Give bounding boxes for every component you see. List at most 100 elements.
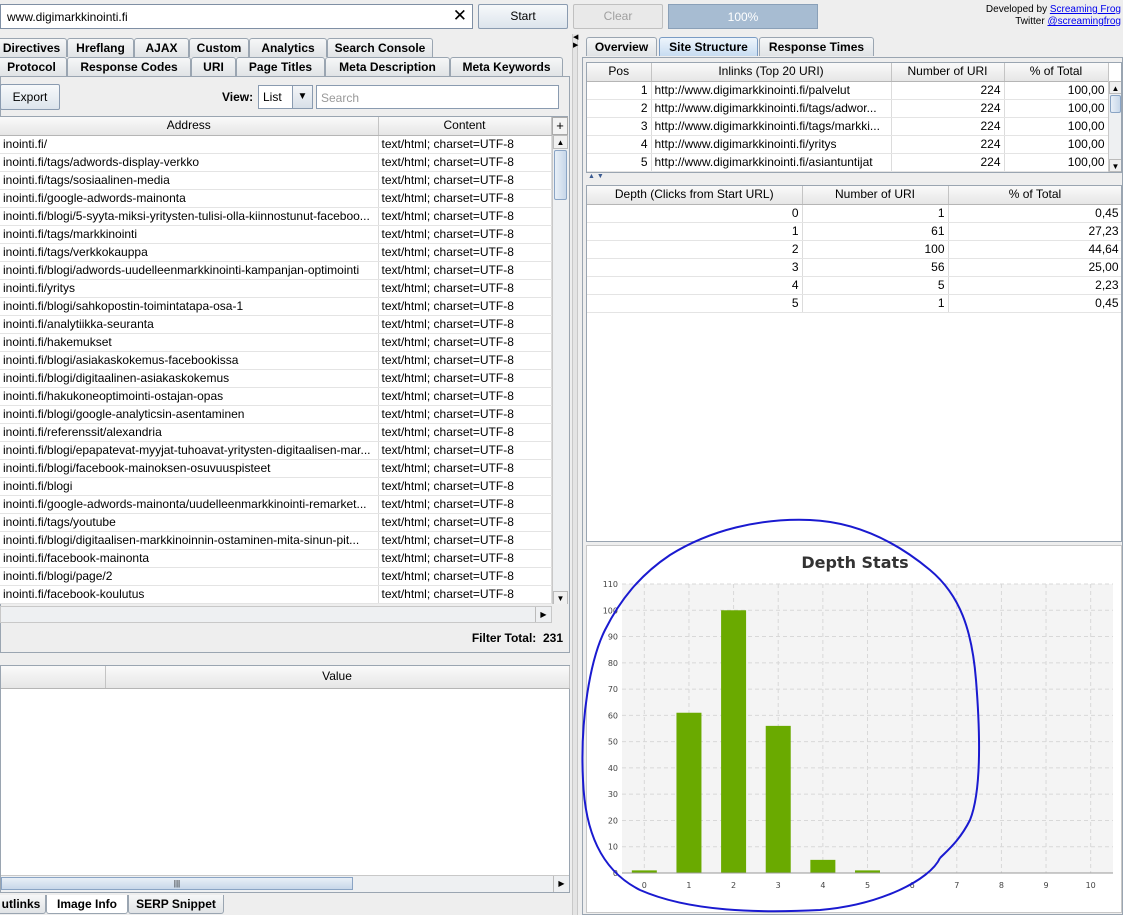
depth-header-of-total[interactable]: % of Total [948, 186, 1121, 205]
address-cell: inointi.fi/blogi/digitaalinen-asiakaskok… [0, 369, 379, 388]
tab-meta-description[interactable]: Meta Description [325, 57, 450, 76]
inlinks-header-pos[interactable]: Pos [587, 63, 652, 82]
developer-link[interactable]: Screaming Frog [1050, 4, 1121, 15]
bar-depth-1[interactable] [676, 712, 702, 873]
table-row[interactable]: inointi.fi/tags/markkinointi text/html; c… [0, 225, 552, 244]
table-row[interactable]: 2 100 44,64 [587, 240, 1121, 259]
scroll-up-icon[interactable]: ▲ [553, 135, 568, 149]
bar-depth-2[interactable] [721, 610, 747, 873]
search-input[interactable]: Search [316, 85, 559, 109]
table-row[interactable]: inointi.fi/blogi/5-syyta-miksi-yritysten… [0, 207, 552, 226]
tab-hreflang[interactable]: Hreflang [67, 38, 134, 57]
details-scroll-thumb[interactable]: ||| [1, 877, 353, 890]
inlinks-vscroll[interactable]: ▲ ▼ [1108, 81, 1121, 172]
scroll-right-icon[interactable]: ▶ [535, 607, 551, 622]
tab-page-titles[interactable]: Page Titles [236, 57, 325, 76]
table-row[interactable]: 1 61 27,23 [587, 222, 1121, 241]
tab-site-structure[interactable]: Site Structure [659, 37, 758, 56]
table-row[interactable]: 2 http://www.digimarkkinointi.fi/tags/adw… [587, 99, 1109, 118]
table-row[interactable]: inointi.fi/blogi/epapatevat-myyjat-tuhoa… [0, 441, 552, 460]
table-row[interactable]: inointi.fi/hakemukset text/html; charset=… [0, 333, 552, 352]
table-row[interactable]: inointi.fi/blogi/digitaalinen-asiakaskok… [0, 369, 552, 388]
main-table-hscroll[interactable]: ▶ [0, 606, 552, 623]
inlinks-header-of-total[interactable]: % of Total [1004, 63, 1109, 82]
tab-response-codes[interactable]: Response Codes [67, 57, 191, 76]
table-row[interactable]: 1 http://www.digimarkkinointi.fi/palvelut… [587, 81, 1109, 100]
clear-url-icon[interactable]: ✕ [453, 6, 467, 26]
table-row[interactable]: 3 56 25,00 [587, 258, 1121, 277]
tab-meta-keywords[interactable]: Meta Keywords [450, 57, 563, 76]
table-row[interactable]: inointi.fi/referenssit/alexandria text/ht… [0, 423, 552, 442]
inlinks-scroll-down-icon[interactable]: ▼ [1109, 159, 1121, 172]
bottom-tab-utlinks[interactable]: utlinks [0, 895, 46, 914]
start-button[interactable]: Start [478, 4, 568, 29]
table-row[interactable]: inointi.fi/blogi text/html; charset=UTF-8 [0, 477, 552, 496]
scroll-down-icon[interactable]: ▼ [553, 591, 568, 604]
table-row[interactable]: inointi.fi/blogi/sahkopostin-toimintatap… [0, 297, 552, 316]
tab-uri[interactable]: URI [191, 57, 236, 76]
scroll-thumb[interactable] [554, 150, 567, 200]
details-header-value[interactable]: Value [105, 666, 570, 689]
table-row[interactable]: inointi.fi/blogi/facebook-mainoksen-osuv… [0, 459, 552, 478]
table-row[interactable]: inointi.fi/hakukoneoptimointi-ostajan-op… [0, 387, 552, 406]
bar-depth-4[interactable] [810, 859, 836, 873]
table-row[interactable]: inointi.fi/tags/youtube text/html; charse… [0, 513, 552, 532]
table-row[interactable]: inointi.fi/tags/verkkokauppa text/html; c… [0, 243, 552, 262]
split-arrows-icon[interactable]: ▲ ▼ [588, 173, 604, 181]
table-row[interactable]: inointi.fi/blogi/adwords-uudelleenmarkki… [0, 261, 552, 280]
bar-depth-3[interactable] [765, 725, 791, 873]
main-table-vscroll[interactable]: ▲ ▼ [552, 135, 568, 604]
bottom-tab-serp-snippet[interactable]: SERP Snippet [128, 895, 224, 914]
inlinks-scroll-up-icon[interactable]: ▲ [1109, 81, 1121, 94]
twitter-link[interactable]: @screamingfrog [1047, 16, 1121, 27]
clear-button[interactable]: Clear [573, 4, 663, 29]
table-row[interactable]: inointi.fi/google-adwords-mainonta/uudel… [0, 495, 552, 514]
main-header-content[interactable]: Content [378, 117, 552, 136]
chevron-down-icon: ▼ [292, 86, 312, 108]
main-header-address[interactable]: Address [0, 117, 379, 136]
table-row[interactable]: 3 http://www.digimarkkinointi.fi/tags/mar… [587, 117, 1109, 136]
details-header-name[interactable] [1, 666, 106, 689]
inlinks-scroll-thumb[interactable] [1110, 95, 1121, 113]
url-input[interactable]: www.digimarkkinointi.fi [7, 10, 128, 24]
tab-search-console[interactable]: Search Console [327, 38, 433, 57]
table-row[interactable]: 4 http://www.digimarkkinointi.fi/yritys 22… [587, 135, 1109, 154]
table-row[interactable]: 5 http://www.digimarkkinointi.fi/asiantun… [587, 153, 1109, 172]
table-row[interactable]: inointi.fi/tags/sosiaalinen-media text/ht… [0, 171, 552, 190]
tab-analytics[interactable]: Analytics [249, 38, 327, 57]
table-row[interactable]: inointi.fi/blogi/asiakaskokemus-facebook… [0, 351, 552, 370]
tab-custom[interactable]: Custom [189, 38, 249, 57]
export-button[interactable]: Export [0, 84, 60, 110]
tab-ajax[interactable]: AJAX [134, 38, 189, 57]
table-row[interactable]: inointi.fi/google-adwords-mainonta text/h… [0, 189, 552, 208]
table-row[interactable]: inointi.fi/yritys text/html; charset=UTF-… [0, 279, 552, 298]
table-row[interactable]: 0 1 0,45 [587, 204, 1121, 223]
inlinks-header-inlinks-top-20-uri[interactable]: Inlinks (Top 20 URI) [651, 63, 892, 82]
details-hscroll[interactable]: ||| ▶ [1, 875, 569, 892]
depth-header-depth-clicks-from-start-url[interactable]: Depth (Clicks from Start URL) [587, 186, 803, 205]
table-row[interactable]: 5 1 0,45 [587, 294, 1121, 313]
number-of-uri-cell: 224 [891, 117, 1005, 136]
add-column-button[interactable]: + [552, 117, 568, 135]
table-row[interactable]: inointi.fi/blogi/digitaalisen-markkinoin… [0, 531, 552, 550]
table-row[interactable]: inointi.fi/text/html; charset=UTF-8 [0, 135, 552, 154]
table-row[interactable]: inointi.fi/analytiikka-seuranta text/html… [0, 315, 552, 334]
url-input-box[interactable]: www.digimarkkinointi.fi ✕ [0, 4, 473, 29]
table-row[interactable]: inointi.fi/blogi/google-analyticsin-asen… [0, 405, 552, 424]
pane-splitter[interactable]: ◀ ▶ [572, 34, 578, 915]
tab-overview[interactable]: Overview [586, 37, 657, 56]
tab-directives[interactable]: Directives [0, 38, 67, 57]
view-select[interactable]: List ▼ [258, 85, 313, 109]
tab-response-times[interactable]: Response Times [759, 37, 874, 56]
depth-header-number-of-uri[interactable]: Number of URI [802, 186, 949, 205]
table-row[interactable]: inointi.fi/blogi/page/2 text/html; charse… [0, 567, 552, 586]
table-row[interactable]: inointi.fi/facebook-mainonta text/html; c… [0, 549, 552, 568]
tab-protocol[interactable]: Protocol [0, 57, 67, 76]
table-row[interactable]: inointi.fi/tags/adwords-display-verkko te… [0, 153, 552, 172]
table-row[interactable]: 4 5 2,23 [587, 276, 1121, 295]
details-scroll-right-icon[interactable]: ▶ [553, 876, 569, 892]
twitter-label: Twitter [1015, 16, 1045, 27]
table-row[interactable]: inointi.fi/facebook-koulutus text/html; c… [0, 585, 552, 604]
inlinks-header-number-of-uri[interactable]: Number of URI [891, 63, 1005, 82]
bottom-tab-image-info[interactable]: Image Info [46, 895, 128, 914]
